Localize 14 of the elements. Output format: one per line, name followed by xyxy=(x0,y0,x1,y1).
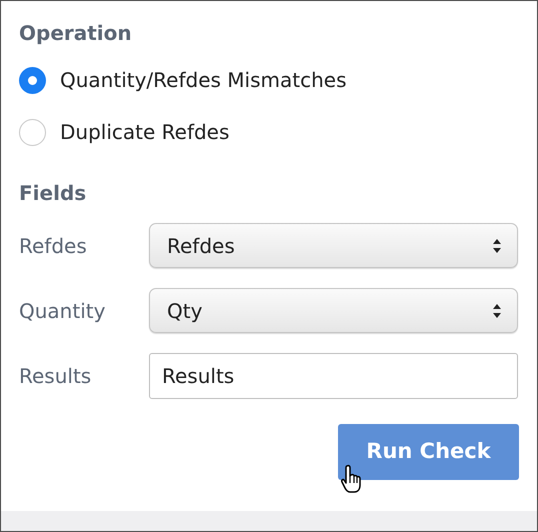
section-heading: Operation xyxy=(19,23,133,43)
section-heading: Fields xyxy=(19,183,88,203)
field-label: Quantity xyxy=(19,298,106,324)
dropdown[interactable]: Refdes xyxy=(149,223,518,268)
field-label: Refdes xyxy=(19,232,88,260)
field-label: Results xyxy=(19,363,92,390)
up-down-arrows-icon xyxy=(492,302,502,318)
dropdown[interactable]: Qty xyxy=(149,288,518,333)
radio-label: Duplicate Refdes xyxy=(60,119,230,146)
up-down-arrows-icon xyxy=(492,238,502,254)
radio-label: Quantity/Refdes Mismatches xyxy=(60,67,346,94)
radio-button[interactable] xyxy=(19,66,46,94)
input-field[interactable]: Results xyxy=(149,353,518,399)
radio-button[interactable] xyxy=(19,118,46,146)
